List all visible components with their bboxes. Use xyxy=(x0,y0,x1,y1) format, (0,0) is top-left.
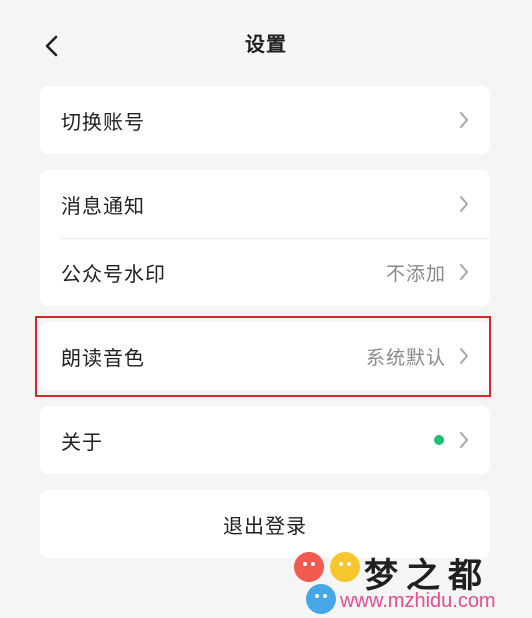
logout-button[interactable]: 退出登录 xyxy=(40,490,490,558)
account-settings-card: 切换账号 xyxy=(40,86,490,154)
navigation-bar: 设置 xyxy=(0,0,532,88)
reading-voice-value: 系统默认 xyxy=(365,346,446,369)
voice-settings-card: 朗读音色 系统默认 xyxy=(40,322,490,390)
official-account-watermark-value: 不添加 xyxy=(385,262,446,285)
about-label: 关于 xyxy=(61,429,103,454)
page-title: 设置 xyxy=(245,32,287,56)
watermark-url: www.mzhidu.com xyxy=(340,590,496,612)
official-account-watermark-row[interactable]: 公众号水印 不添加 xyxy=(40,238,490,306)
watermark-logo-icon xyxy=(294,552,360,616)
about-card: 关于 xyxy=(40,406,490,474)
chevron-right-icon xyxy=(460,264,468,280)
reading-voice-row[interactable]: 朗读音色 系统默认 xyxy=(40,322,490,390)
settings-screen: 设置 切换账号 消息通知 公众号水印 不添加 朗读音色 系统默认 关于 退出登录… xyxy=(0,0,532,618)
about-row[interactable]: 关于 xyxy=(40,406,490,474)
chevron-right-icon xyxy=(460,112,468,128)
chevron-right-icon xyxy=(460,348,468,364)
status-dot xyxy=(434,435,444,445)
reading-voice-label: 朗读音色 xyxy=(61,345,145,370)
notification-settings-card: 消息通知 公众号水印 不添加 xyxy=(40,170,490,306)
switch-account-label: 切换账号 xyxy=(61,109,145,134)
chevron-right-icon xyxy=(460,432,468,448)
message-notification-row[interactable]: 消息通知 xyxy=(40,170,490,238)
site-watermark: 梦之都 www.mzhidu.com xyxy=(292,548,532,618)
chevron-right-icon xyxy=(460,196,468,212)
message-notification-label: 消息通知 xyxy=(61,193,145,218)
switch-account-row[interactable]: 切换账号 xyxy=(40,86,490,154)
official-account-watermark-label: 公众号水印 xyxy=(61,261,166,286)
